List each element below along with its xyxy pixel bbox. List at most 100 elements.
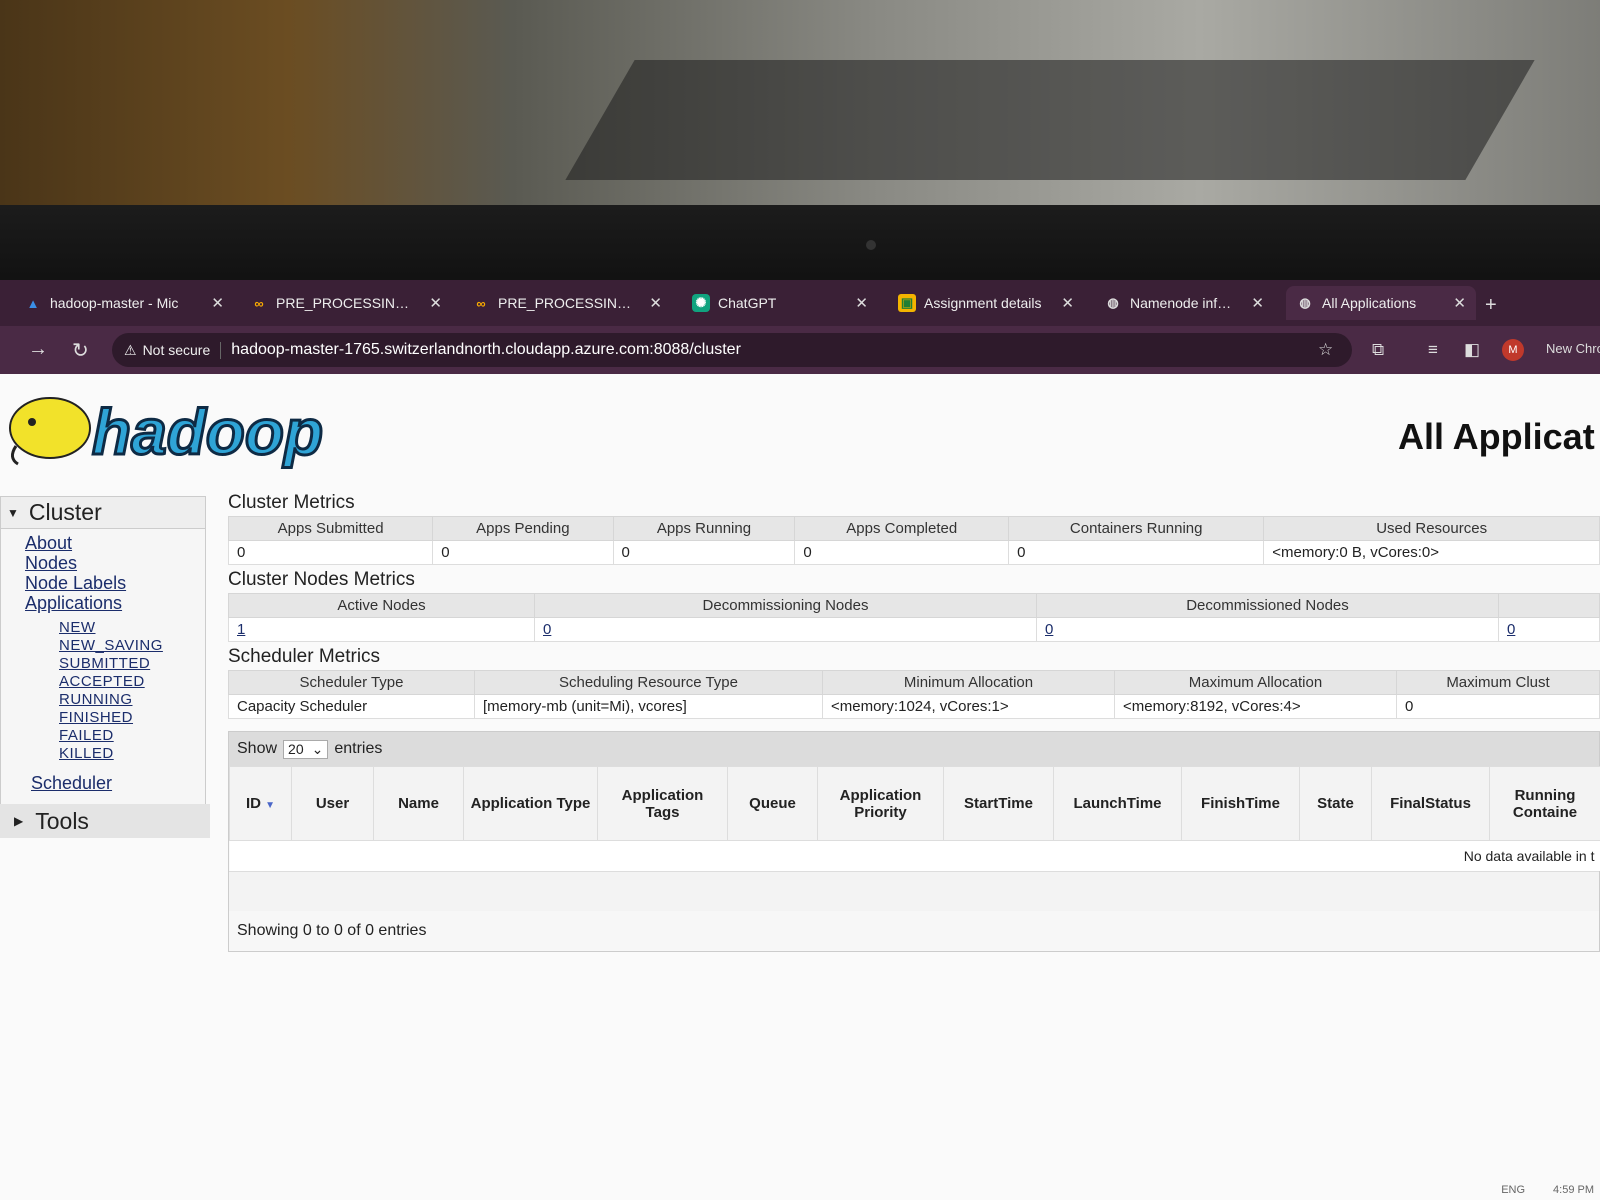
extensions-icon[interactable]: ⧉ (1372, 340, 1384, 360)
url-text[interactable]: hadoop-master-1765.switzerlandnorth.clou… (231, 341, 741, 359)
col-header-name[interactable]: Name (373, 766, 464, 841)
tab-label: Assignment details (924, 295, 1042, 311)
cell-value: <memory:8192, vCores:4> (1114, 694, 1397, 719)
cluster-header[interactable]: ▼ Cluster (1, 497, 205, 529)
col-header: Apps Completed (794, 516, 1010, 541)
close-icon[interactable]: ✕ (1061, 294, 1074, 312)
tools-header[interactable]: ▶ Tools (0, 804, 210, 838)
col-header-state[interactable]: State (1299, 766, 1372, 841)
tab-preprocessing-2[interactable]: ∞ PRE_PROCESSING_D ✕ (462, 286, 672, 320)
sidebar-link-nodes[interactable]: Nodes (25, 553, 205, 573)
app-state-new[interactable]: NEW (59, 619, 205, 637)
main-content: Cluster Metrics Apps Submitted Apps Pend… (227, 492, 1600, 952)
close-icon[interactable]: ✕ (649, 294, 662, 312)
col-header: Used Resources (1263, 516, 1600, 541)
cell-value: 0 (432, 540, 614, 565)
colab-icon: ∞ (254, 295, 264, 311)
col-header-queue[interactable]: Queue (727, 766, 818, 841)
sidebar-link-scheduler[interactable]: Scheduler (31, 773, 205, 793)
tab-bar: ▲ hadoop-master - Mic ✕ ∞ PRE_PROCESSING… (0, 280, 1600, 326)
language-indicator[interactable]: ENG (1501, 1184, 1525, 1196)
globe-icon: ◍ (1299, 295, 1311, 310)
sidebar-link-node-labels[interactable]: Node Labels (25, 573, 205, 593)
col-header: Apps Pending (432, 516, 614, 541)
cluster-metrics-table: Apps Submitted Apps Pending Apps Running… (227, 516, 1600, 565)
col-header-app-tags[interactable]: Application Tags (597, 766, 728, 841)
close-icon[interactable]: ✕ (1453, 294, 1466, 312)
close-icon[interactable]: ✕ (429, 294, 442, 312)
profile-avatar[interactable]: M (1502, 339, 1524, 361)
col-header-user[interactable]: User (291, 766, 374, 841)
app-state-failed[interactable]: FAILED (59, 727, 205, 745)
tab-assignment[interactable]: ▣ Assignment details ✕ (888, 286, 1084, 320)
col-header: Decommissioning Nodes (534, 593, 1037, 618)
warning-icon: ⚠ (124, 341, 137, 358)
col-header: Maximum Clust (1396, 670, 1600, 695)
cell-value[interactable]: 0 (1498, 617, 1600, 642)
cell-value[interactable]: 0 (1036, 617, 1499, 642)
security-indicator[interactable]: ⚠ Not secure (124, 341, 222, 359)
laptop-bezel (0, 205, 1600, 285)
tab-namenode[interactable]: ◍ Namenode informat ✕ (1094, 286, 1274, 320)
app-state-new-saving[interactable]: NEW_SAVING (59, 637, 205, 655)
col-header-priority[interactable]: Application Priority (817, 766, 944, 841)
side-panel-icon[interactable]: ◧ (1464, 340, 1480, 360)
tab-hadoop-master[interactable]: ▲ hadoop-master - Mic ✕ (14, 286, 234, 320)
app-state-running[interactable]: RUNNING (59, 691, 205, 709)
sidebar-link-applications[interactable]: Applications (25, 593, 205, 613)
reload-icon[interactable]: ↻ (72, 338, 89, 363)
scheduler-metrics-title: Scheduler Metrics (228, 646, 381, 667)
star-icon[interactable]: ☆ (1318, 340, 1333, 360)
cell-value: 0 (227, 540, 434, 565)
tab-all-applications[interactable]: ◍ All Applications ✕ (1286, 286, 1476, 320)
applications-panel: Show 20 ⌄ entries ID ▼ User Name Applica… (228, 731, 1600, 952)
new-chrome-button[interactable]: New Chro (1546, 341, 1600, 356)
tab-chatgpt[interactable]: ✺ ChatGPT ✕ (682, 286, 878, 320)
cluster-metrics-title: Cluster Metrics (228, 492, 355, 513)
col-header-launch-time[interactable]: LaunchTime (1053, 766, 1182, 841)
col-header: Minimum Allocation (822, 670, 1115, 695)
col-header: Containers Running (1008, 516, 1265, 541)
sidebar-link-about[interactable]: About (25, 533, 205, 553)
app-state-accepted[interactable]: ACCEPTED (59, 673, 205, 691)
sort-desc-icon: ▼ (265, 800, 276, 811)
col-header: Maximum Allocation (1114, 670, 1397, 695)
sidebar: ▼ Cluster About Nodes Node Labels Applic… (0, 496, 206, 806)
new-tab-icon[interactable]: + (1485, 294, 1497, 317)
decommissioned-nodes-link[interactable]: 0 (1045, 621, 1053, 638)
cell-value: [memory-mb (unit=Mi), vcores] (474, 694, 823, 719)
omnibox[interactable]: ⚠ Not secure hadoop-master-1765.switzerl… (112, 333, 1352, 367)
active-nodes-link[interactable]: 1 (237, 621, 245, 638)
tab-preprocessing-1[interactable]: ∞ PRE_PROCESSING_D ✕ (240, 286, 452, 320)
app-state-killed[interactable]: KILLED (59, 745, 205, 763)
forward-icon[interactable]: → (28, 338, 48, 361)
close-icon[interactable]: ✕ (211, 294, 224, 312)
close-icon[interactable]: ✕ (855, 294, 868, 312)
cell-value: Capacity Scheduler (228, 694, 475, 719)
col-header-app-type[interactable]: Application Type (463, 766, 598, 841)
cell-value[interactable]: 1 (228, 617, 535, 642)
node-metrics-title: Cluster Nodes Metrics (228, 569, 415, 590)
address-bar: → ↻ ⚠ Not secure hadoop-master-1765.swit… (0, 326, 1600, 374)
table-info: Showing 0 to 0 of 0 entries (229, 910, 1599, 951)
taskbar-tray: ENG 4:59 PM (1501, 1184, 1594, 1196)
col-header: Active Nodes (228, 593, 535, 618)
col-header-id[interactable]: ID ▼ (229, 766, 292, 841)
col-header: Decommissioned Nodes (1036, 593, 1499, 618)
app-state-finished[interactable]: FINISHED (59, 709, 205, 727)
page-size-value: 20 (288, 741, 304, 757)
reading-list-icon[interactable]: ≡ (1428, 340, 1438, 360)
webcam (866, 240, 876, 250)
col-header-finish-time[interactable]: FinishTime (1181, 766, 1300, 841)
app-state-submitted[interactable]: SUBMITTED (59, 655, 205, 673)
col-header-start-time[interactable]: StartTime (943, 766, 1054, 841)
col-header-final-status[interactable]: FinalStatus (1371, 766, 1490, 841)
cell-value[interactable]: 0 (534, 617, 1037, 642)
page-size-select[interactable]: 20 ⌄ (283, 739, 329, 759)
extra-nodes-link[interactable]: 0 (1507, 621, 1515, 638)
decommissioning-nodes-link[interactable]: 0 (543, 621, 551, 638)
col-header-running-containers[interactable]: Running Containe (1489, 766, 1600, 841)
clock[interactable]: 4:59 PM (1553, 1184, 1594, 1196)
close-icon[interactable]: ✕ (1251, 294, 1264, 312)
classroom-icon: ▣ (898, 294, 916, 312)
